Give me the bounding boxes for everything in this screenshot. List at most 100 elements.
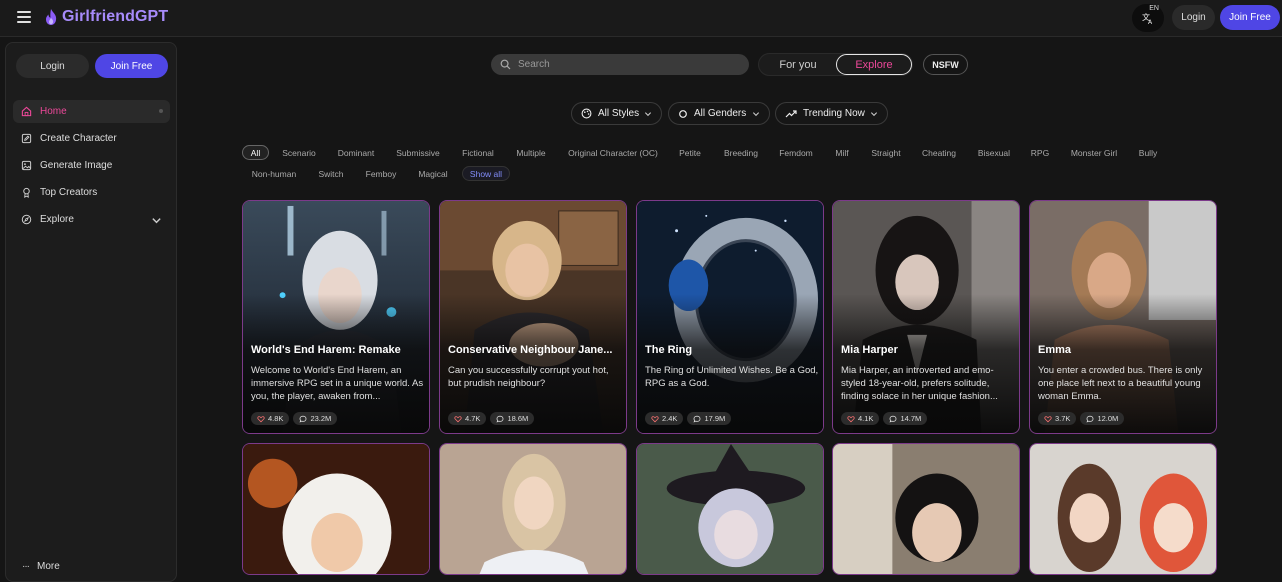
heart-icon (1044, 415, 1052, 422)
chat-bubble-icon (299, 415, 307, 423)
edit-icon (21, 133, 32, 144)
tag-switch[interactable]: Switch (313, 166, 349, 181)
card-title: Mia Harper (841, 344, 898, 356)
chevron-down-icon (644, 112, 652, 117)
flame-icon (46, 9, 57, 25)
card-description: You enter a crowded bus. There is only o… (1038, 365, 1203, 402)
more-dots-icon: ··· (22, 561, 30, 572)
tag-breeding[interactable]: Breeding (717, 145, 765, 160)
language-button[interactable]: 文 A EN (1132, 4, 1164, 32)
sidebar-item-create-character[interactable]: Create Character (13, 127, 170, 150)
chats-value: 14.7M (900, 414, 922, 423)
menu-icon[interactable] (17, 11, 31, 23)
character-card[interactable]: World's End Harem: Remake Welcome to Wor… (242, 200, 430, 434)
nsfw-toggle[interactable]: NSFW (923, 54, 968, 75)
tag-all[interactable]: All (242, 145, 269, 160)
likes-value: 4.7K (465, 414, 481, 423)
card-stats: 4.7K 18.6M (448, 412, 535, 425)
sidebar-item-home[interactable]: Home (13, 100, 170, 123)
card-title: Conservative Neighbour Jane... (448, 344, 613, 356)
sidebar-more[interactable]: ··· More (22, 561, 60, 572)
likes-count: 2.4K (645, 412, 684, 425)
character-card[interactable] (636, 443, 824, 575)
chats-value: 18.6M (507, 414, 529, 423)
sidebar-item-label: Explore (40, 214, 74, 225)
heart-icon (454, 415, 462, 422)
trophy-icon (23, 187, 30, 198)
sidebar-login-button[interactable]: Login (16, 54, 89, 78)
tag-magical[interactable]: Magical (411, 166, 455, 181)
chat-bubble-icon (1086, 415, 1094, 423)
sort-filter-label: Trending Now (803, 108, 865, 119)
tag-original-character[interactable]: Original Character (OC) (563, 145, 663, 160)
genders-filter[interactable]: All Genders (668, 102, 770, 125)
sidebar-join-free-button[interactable]: Join Free (95, 54, 168, 78)
sidebar-item-label: Home (40, 106, 67, 117)
chats-count: 18.6M (490, 412, 535, 425)
character-card[interactable] (832, 443, 1020, 575)
tag-multiple[interactable]: Multiple (509, 145, 553, 160)
styles-filter-label: All Styles (598, 108, 640, 119)
tab-explore[interactable]: Explore (836, 54, 912, 75)
sidebar-item-label: Create Character (40, 133, 117, 144)
chats-value: 12.0M (1097, 414, 1119, 423)
tag-monster-girl[interactable]: Monster Girl (1064, 145, 1124, 160)
card-stats: 3.7K 12.0M (1038, 412, 1125, 425)
active-dot (159, 109, 163, 113)
tag-dominant[interactable]: Dominant (331, 145, 381, 160)
card-title: The Ring (645, 344, 693, 356)
character-portrait (1030, 444, 1216, 574)
chats-value: 17.9M (704, 414, 726, 423)
tag-milf[interactable]: Milf (829, 145, 855, 160)
heart-icon (847, 415, 855, 422)
tag-cheating[interactable]: Cheating (916, 145, 962, 160)
tag-bully[interactable]: Bully (1134, 145, 1162, 160)
tag-femboy[interactable]: Femboy (359, 166, 403, 181)
tab-for-you[interactable]: For you (761, 55, 835, 74)
character-card[interactable] (1029, 443, 1217, 575)
tag-femdom[interactable]: Femdom (774, 145, 818, 160)
sidebar-item-generate-image[interactable]: Generate Image (13, 154, 170, 177)
tag-submissive[interactable]: Submissive (390, 145, 446, 160)
character-card[interactable] (439, 443, 627, 575)
chats-count: 12.0M (1080, 412, 1125, 425)
character-card[interactable]: Conservative Neighbour Jane... Can you s… (439, 200, 627, 434)
trending-icon (785, 109, 797, 117)
character-card[interactable]: The Ring The Ring of Unlimited Wishes. B… (636, 200, 824, 434)
likes-value: 4.8K (268, 414, 284, 423)
translate-icon: 文 A (1142, 12, 1153, 24)
character-card[interactable]: Mia Harper Mia Harper, an introverted an… (832, 200, 1020, 434)
likes-value: 4.1K (858, 414, 874, 423)
tag-petite[interactable]: Petite (673, 145, 707, 160)
chats-value: 23.2M (310, 414, 332, 423)
styles-filter[interactable]: All Styles (571, 102, 662, 125)
character-card[interactable]: Emma You enter a crowded bus. There is o… (1029, 200, 1217, 434)
likes-value: 2.4K (662, 414, 678, 423)
search-input[interactable] (518, 59, 728, 70)
genders-filter-label: All Genders (694, 108, 747, 119)
tag-fictional[interactable]: Fictional (456, 145, 500, 160)
login-button[interactable]: Login (1172, 5, 1215, 30)
card-title: Emma (1038, 344, 1072, 356)
character-card[interactable] (242, 443, 430, 575)
sidebar-item-label: Generate Image (40, 160, 113, 171)
character-portrait (637, 444, 823, 574)
tag-straight[interactable]: Straight (865, 145, 907, 160)
brand-logo[interactable]: GirlfriendGPT (44, 8, 168, 26)
tag-scenario[interactable]: Scenario (275, 145, 323, 160)
show-all-tags-link[interactable]: Show all (462, 166, 510, 181)
sidebar-item-top-creators[interactable]: Top Creators (13, 181, 170, 204)
character-portrait (440, 444, 626, 574)
tag-bisexual[interactable]: Bisexual (972, 145, 1016, 160)
join-free-button[interactable]: Join Free (1220, 5, 1280, 30)
card-stats: 4.8K 23.2M (251, 412, 338, 425)
sort-filter[interactable]: Trending Now (775, 102, 888, 125)
tag-non-human[interactable]: Non-human (244, 166, 304, 181)
chat-bubble-icon (693, 415, 701, 423)
chat-bubble-icon (496, 415, 504, 423)
tag-rpg[interactable]: RPG (1027, 145, 1053, 160)
search-bar[interactable] (491, 54, 749, 75)
more-label: More (37, 561, 60, 572)
likes-count: 4.7K (448, 412, 487, 425)
sidebar-item-explore[interactable]: Explore (13, 208, 170, 231)
